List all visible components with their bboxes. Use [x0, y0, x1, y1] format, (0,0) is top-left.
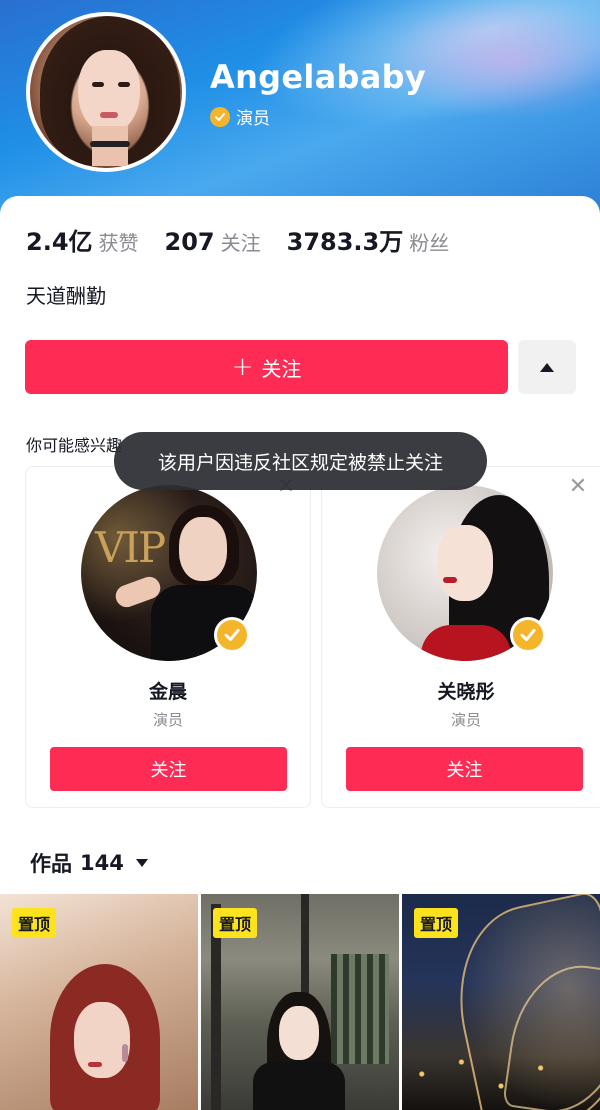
works-tab[interactable]: 作品 144	[30, 848, 148, 878]
recommend-card[interactable]: ✕ 关晓彤 演员 关注	[321, 466, 600, 808]
profile-stats: 2.4亿 获赞 207 关注 3783.3万 粉丝	[26, 222, 475, 257]
followers-count[interactable]: 3783.3万	[287, 222, 404, 257]
recommend-name: 关晓彤	[437, 681, 495, 703]
triangle-up-icon	[540, 362, 554, 372]
check-badge-icon	[510, 617, 546, 653]
check-badge-icon	[210, 106, 230, 127]
following-count[interactable]: 207	[165, 228, 215, 256]
recommend-section-label: 你可能感兴趣	[26, 436, 123, 455]
pinned-badge: 置顶	[213, 908, 258, 938]
profile-role: 演员	[236, 109, 270, 129]
pinned-badge: 置顶	[414, 908, 459, 938]
profile-avatar[interactable]	[26, 12, 186, 172]
video-thumbnail[interactable]: 置顶	[402, 894, 600, 1110]
plus-icon: +	[231, 352, 254, 382]
recommend-card[interactable]: ✕ VIP 金晨 演员 关注	[25, 466, 311, 808]
video-thumbnail[interactable]: 置顶	[201, 894, 399, 1110]
toast-message: 该用户因违反社区规定被禁止关注	[114, 432, 487, 490]
recommend-role: 演员	[152, 711, 183, 729]
profile-bio: 天道酬勤	[26, 284, 106, 308]
works-label: 作品	[30, 852, 72, 876]
profile-page: Angelababy 演员 2.4亿 获赞 207 关注 3783.3万 粉丝 …	[0, 0, 600, 1110]
check-badge-icon	[214, 617, 250, 653]
video-thumbnail[interactable]: 置顶	[0, 894, 198, 1110]
recommend-follow-button[interactable]: 关注	[346, 747, 583, 791]
follow-button-label: 关注	[261, 356, 302, 381]
recommend-name: 金晨	[148, 681, 187, 703]
recommend-role: 演员	[450, 711, 481, 729]
follow-button[interactable]: + 关注	[25, 340, 508, 394]
pinned-badge: 置顶	[12, 908, 57, 938]
profile-name: Angelababy	[210, 58, 426, 96]
likes-label: 获赞	[98, 231, 139, 255]
followers-label[interactable]: 粉丝	[409, 227, 449, 256]
likes-count: 2.4亿	[26, 228, 93, 256]
profile-role-row: 演员	[210, 104, 270, 129]
recommend-follow-button[interactable]: 关注	[50, 747, 287, 791]
following-label[interactable]: 关注	[221, 227, 261, 256]
caret-down-icon	[135, 859, 148, 867]
more-options-button[interactable]	[518, 340, 576, 394]
works-count: 144	[80, 851, 124, 875]
close-icon[interactable]: ✕	[568, 476, 588, 498]
